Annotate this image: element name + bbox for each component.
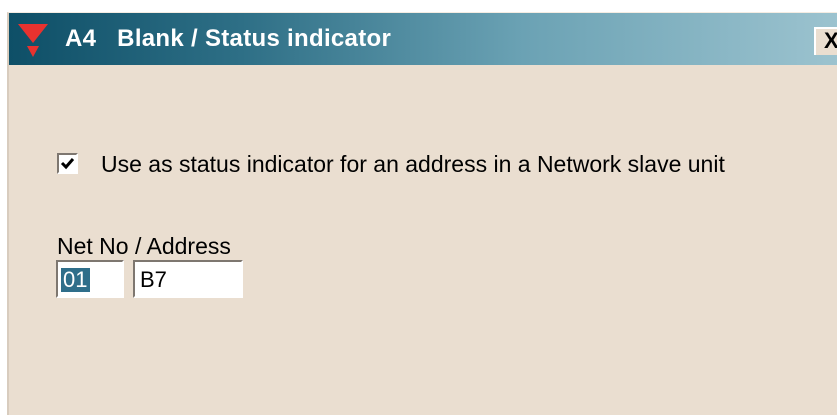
window-title: A4 Blank / Status indicator — [65, 25, 392, 52]
app-icon — [18, 24, 48, 58]
address-field[interactable]: B7 — [133, 260, 243, 298]
checkmark-icon — [60, 158, 75, 170]
address-value: B7 — [140, 267, 167, 292]
dialog-window: A4 Blank / Status indicator X Use as sta… — [7, 12, 837, 415]
net-no-value: 01 — [61, 268, 91, 292]
net-no-field[interactable]: 01 — [56, 260, 124, 298]
close-button[interactable]: X — [814, 27, 837, 55]
net-address-label: Net No / Address — [57, 233, 231, 259]
status-indicator-checkbox[interactable] — [57, 153, 78, 174]
title-bar[interactable]: A4 Blank / Status indicator X — [9, 13, 837, 65]
status-indicator-label: Use as status indicator for an address i… — [101, 151, 725, 177]
